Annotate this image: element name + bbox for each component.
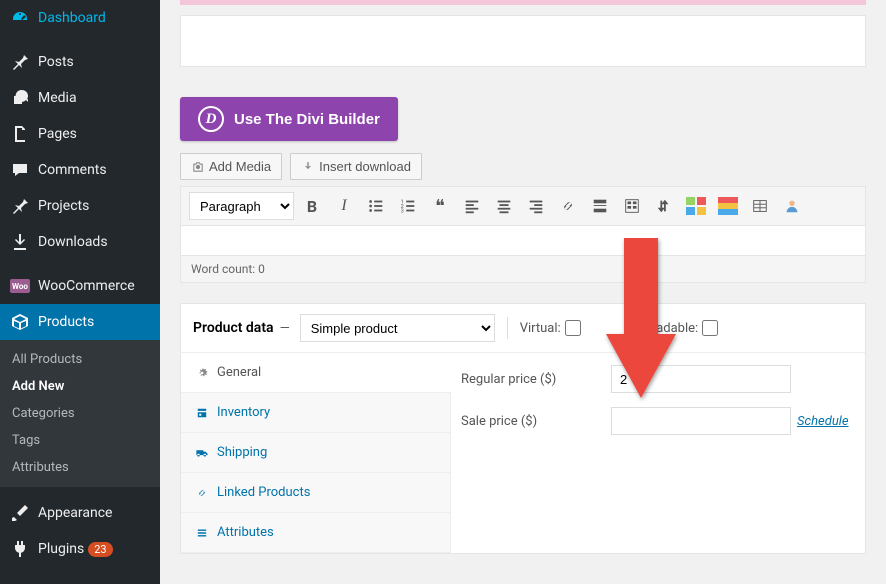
user-icon[interactable]	[778, 192, 806, 220]
align-center-icon[interactable]	[490, 192, 518, 220]
woocommerce-icon: Woo	[10, 276, 30, 296]
submenu-attributes[interactable]: Attributes	[0, 454, 160, 481]
bold-icon[interactable]: B	[298, 192, 326, 220]
editor-body[interactable]	[181, 225, 865, 255]
migrate-icon[interactable]	[650, 192, 678, 220]
format-select[interactable]: Paragraph	[189, 192, 294, 220]
menu-woocommerce[interactable]: Woo WooCommerce	[0, 268, 160, 304]
pin-icon	[10, 52, 30, 72]
menu-posts[interactable]: Posts	[0, 44, 160, 80]
brush-icon	[10, 503, 30, 523]
grid-color-icon[interactable]	[682, 192, 710, 220]
submenu-add-new[interactable]: Add New	[0, 373, 160, 400]
stripes-icon[interactable]	[714, 192, 742, 220]
add-media-button[interactable]: Add Media	[180, 153, 282, 180]
word-count: Word count: 0	[181, 255, 865, 282]
product-data-tabs: General Inventory Shipping Linked Produc…	[181, 353, 451, 553]
italic-icon[interactable]: I	[330, 192, 358, 220]
media-icon	[10, 88, 30, 108]
gauge-icon	[10, 8, 30, 28]
menu-media[interactable]: Media	[0, 80, 160, 116]
downloadable-checkbox[interactable]	[702, 320, 718, 336]
regular-price-input[interactable]	[611, 365, 791, 393]
schedule-link[interactable]: Schedule	[797, 414, 849, 429]
menu-label: Posts	[38, 54, 74, 70]
quote-icon[interactable]: ❝	[426, 192, 454, 220]
submenu-categories[interactable]: Categories	[0, 400, 160, 427]
menu-label: Comments	[38, 162, 107, 178]
title-box[interactable]	[180, 15, 866, 67]
menu-downloads[interactable]: Downloads	[0, 224, 160, 260]
svg-text:3: 3	[401, 208, 404, 214]
divi-logo-icon: D	[198, 106, 224, 132]
align-left-icon[interactable]	[458, 192, 486, 220]
menu-label: Projects	[38, 198, 89, 214]
menu-label: Media	[38, 90, 77, 106]
menu-label: Pages	[38, 126, 77, 142]
tab-shipping[interactable]: Shipping	[181, 433, 450, 473]
number-list-icon[interactable]: 123	[394, 192, 422, 220]
tab-inventory[interactable]: Inventory	[181, 393, 450, 433]
menu-label: Plugins	[38, 541, 84, 557]
plug-icon	[10, 539, 30, 559]
tab-linked-products[interactable]: Linked Products	[181, 473, 450, 513]
menu-comments[interactable]: Comments	[0, 152, 160, 188]
products-submenu: All Products Add New Categories Tags Att…	[0, 340, 160, 487]
table-icon[interactable]	[746, 192, 774, 220]
pin-icon	[10, 196, 30, 216]
insert-download-button[interactable]: Insert download	[290, 153, 422, 180]
menu-label: Downloads	[38, 234, 108, 250]
menu-dashboard[interactable]: Dashboard	[0, 0, 160, 36]
bullet-list-icon[interactable]	[362, 192, 390, 220]
menu-pages[interactable]: Pages	[0, 116, 160, 152]
box-icon	[10, 312, 30, 332]
virtual-checkbox[interactable]	[565, 320, 581, 336]
product-data-panel: Product data — Simple product Virtual: w…	[180, 303, 866, 554]
admin-sidebar: Dashboard Posts Media Pages Comments Pro…	[0, 0, 160, 584]
accent-bar	[180, 0, 866, 5]
product-data-header: Product data — Simple product Virtual: w…	[181, 304, 865, 353]
menu-label: WooCommerce	[38, 278, 135, 294]
editor-toolbar: Paragraph B I 123 ❝	[181, 187, 865, 225]
submenu-tags[interactable]: Tags	[0, 427, 160, 454]
toolbar-toggle-icon[interactable]	[618, 192, 646, 220]
tab-attributes[interactable]: Attributes	[181, 513, 450, 553]
plugins-badge: 23	[88, 542, 112, 557]
divi-builder-button[interactable]: D Use The Divi Builder	[180, 97, 398, 141]
download-icon	[301, 160, 315, 174]
tab-general[interactable]: General	[181, 353, 450, 393]
menu-label: Products	[38, 314, 94, 330]
submenu-all-products[interactable]: All Products	[0, 346, 160, 373]
product-data-fields: Regular price ($) Sale price ($) Schedul…	[451, 353, 865, 553]
menu-products[interactable]: Products	[0, 304, 160, 340]
virtual-label: Virtual:	[520, 321, 561, 336]
menu-label: Dashboard	[38, 10, 106, 26]
product-data-title: Product data	[193, 320, 274, 336]
align-right-icon[interactable]	[522, 192, 550, 220]
camera-icon	[191, 160, 205, 174]
link-icon[interactable]	[554, 192, 582, 220]
divi-button-label: Use The Divi Builder	[234, 111, 380, 128]
menu-projects[interactable]: Projects	[0, 188, 160, 224]
sale-price-input[interactable]	[611, 407, 791, 435]
comment-icon	[10, 160, 30, 180]
menu-plugins[interactable]: Plugins 23	[0, 531, 160, 567]
pages-icon	[10, 124, 30, 144]
downloadable-label: wnloadable:	[629, 321, 699, 336]
readmore-icon[interactable]	[586, 192, 614, 220]
wysiwyg-editor: Paragraph B I 123 ❝ Word count: 0	[180, 186, 866, 283]
product-type-select[interactable]: Simple product	[300, 314, 495, 342]
regular-price-label: Regular price ($)	[461, 372, 611, 387]
download-icon	[10, 232, 30, 252]
sale-price-label: Sale price ($)	[461, 414, 611, 429]
main-content: D Use The Divi Builder Add Media Insert …	[160, 0, 886, 584]
menu-appearance[interactable]: Appearance	[0, 495, 160, 531]
menu-label: Appearance	[38, 505, 112, 521]
